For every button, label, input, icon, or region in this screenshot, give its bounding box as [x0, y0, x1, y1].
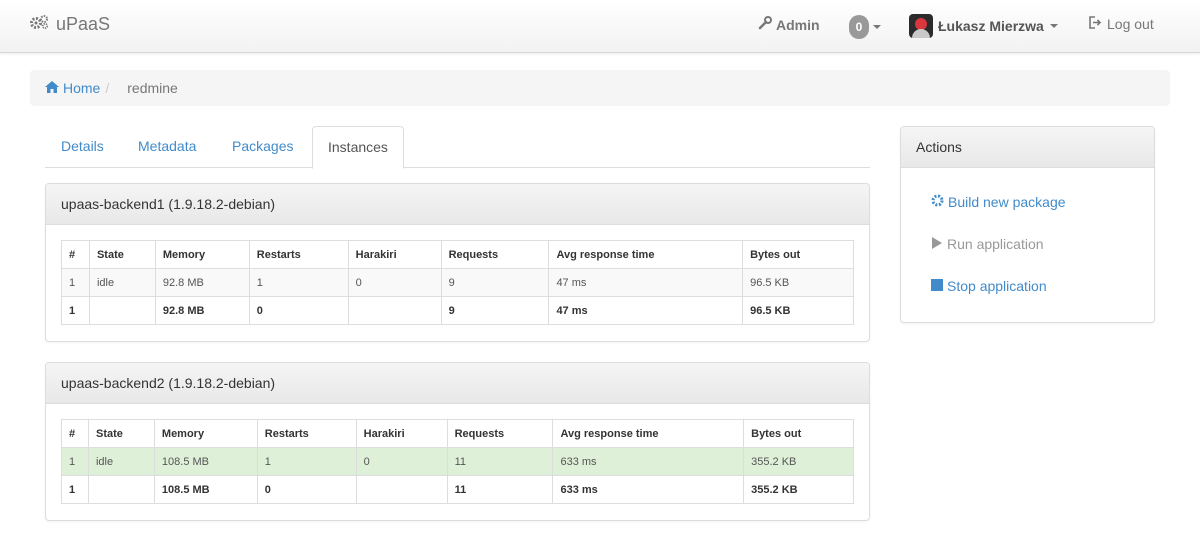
table-cell: 47 ms	[548, 268, 744, 297]
column-header: Memory	[153, 419, 258, 448]
column-header: Memory	[154, 240, 250, 269]
column-header: Harakiri	[355, 419, 448, 448]
table-cell	[355, 475, 448, 504]
stop-application-label: Stop application	[947, 278, 1047, 294]
navbar: uPaaS Admin 0 Łukasz Mierzwa Log out	[0, 0, 1200, 53]
build-package-label: Build new package	[948, 194, 1066, 210]
column-header: Bytes out	[742, 240, 854, 269]
chevron-down-icon	[1049, 24, 1058, 28]
build-package-button[interactable]: Build new package	[931, 194, 1066, 210]
panel-title: upaas-backend2 (1.9.18.2-debian)	[46, 363, 869, 404]
table-cell	[87, 475, 155, 504]
chevron-down-icon	[873, 25, 881, 29]
table-cell: 0	[248, 296, 349, 325]
column-header: Restarts	[256, 419, 357, 448]
user-menu[interactable]: Łukasz Mierzwa	[909, 14, 1058, 38]
actions-panel: Actions Build new package Run applicatio…	[900, 126, 1155, 323]
table-cell: 9	[440, 296, 550, 325]
table-cell: idle	[88, 268, 156, 297]
table-cell: 633 ms	[552, 475, 745, 504]
column-header: Bytes out	[743, 419, 854, 448]
column-header: Avg response time	[552, 419, 745, 448]
column-header: Requests	[440, 240, 550, 269]
table-cell: 1	[61, 475, 89, 504]
table-cell: 92.8 MB	[154, 268, 250, 297]
table-total-row: 1 108.5 MB 0 11 633 ms 355.2 KB	[61, 475, 854, 504]
table-cell: 355.2 KB	[743, 475, 854, 504]
breadcrumb-current: redmine	[127, 80, 178, 96]
tab-instances[interactable]: Instances	[312, 126, 404, 169]
column-header: Restarts	[248, 240, 349, 269]
table-cell: 355.2 KB	[743, 447, 854, 476]
table-cell: 96.5 KB	[742, 268, 854, 297]
notifications-dropdown[interactable]: 0	[849, 15, 881, 39]
column-header: Avg response time	[548, 240, 744, 269]
actions-title: Actions	[901, 127, 1154, 168]
table-cell: 11	[446, 447, 554, 476]
table-cell: 0	[347, 268, 442, 297]
run-application-label: Run application	[947, 236, 1044, 252]
table-cell: 633 ms	[552, 447, 745, 476]
brand-label: uPaaS	[56, 14, 111, 34]
cogs-icon	[30, 14, 56, 35]
table-cell: 96.5 KB	[742, 296, 854, 325]
table-row: 1 idle 92.8 MB 1 0 9 47 ms 96.5 KB	[61, 268, 854, 297]
instances-table: # State Memory Restarts Harakiri Request…	[61, 240, 854, 325]
table-header-row: # State Memory Restarts Harakiri Request…	[61, 419, 854, 448]
table-cell: 1	[248, 268, 349, 297]
table-cell: 1	[61, 268, 90, 297]
table-cell: 1	[61, 447, 89, 476]
table-cell	[88, 296, 156, 325]
column-header: #	[61, 240, 90, 269]
breadcrumb: Home / redmine	[30, 70, 1170, 106]
column-header: #	[61, 419, 89, 448]
wrench-icon	[758, 16, 776, 33]
column-header: Requests	[446, 419, 554, 448]
tab-metadata[interactable]: Metadata	[123, 126, 211, 168]
table-cell: 108.5 MB	[153, 475, 258, 504]
backend-panel: upaas-backend1 (1.9.18.2-debian) # State…	[45, 183, 870, 342]
backend-panel: upaas-backend2 (1.9.18.2-debian) # State…	[45, 362, 870, 521]
notifications-badge: 0	[849, 15, 869, 39]
breadcrumb-home-label: Home	[63, 80, 101, 96]
table-cell: 92.8 MB	[154, 296, 250, 325]
home-icon	[45, 80, 63, 96]
column-header: State	[88, 240, 156, 269]
play-icon	[931, 236, 947, 252]
table-cell	[347, 296, 442, 325]
table-row: 1 idle 108.5 MB 1 0 11 633 ms 355.2 KB	[61, 447, 854, 476]
column-header: State	[87, 419, 155, 448]
gear-icon	[931, 194, 948, 210]
admin-label: Admin	[776, 16, 820, 33]
table-cell: 1	[256, 447, 357, 476]
stop-application-button[interactable]: Stop application	[931, 278, 1047, 294]
panel-title: upaas-backend1 (1.9.18.2-debian)	[46, 184, 869, 225]
tab-packages[interactable]: Packages	[217, 126, 308, 168]
column-header: Harakiri	[347, 240, 442, 269]
table-cell: 9	[440, 268, 550, 297]
logout-label: Log out	[1107, 16, 1154, 32]
run-application-button[interactable]: Run application	[931, 236, 1044, 252]
table-cell: 1	[61, 296, 90, 325]
table-total-row: 1 92.8 MB 0 9 47 ms 96.5 KB	[61, 296, 854, 325]
table-cell: 11	[446, 475, 554, 504]
breadcrumb-home-link[interactable]: Home	[45, 80, 100, 96]
avatar	[909, 14, 933, 38]
table-cell: 0	[355, 447, 448, 476]
tab-details[interactable]: Details	[46, 126, 119, 168]
admin-link[interactable]: Admin	[758, 16, 820, 33]
breadcrumb-separator: /	[105, 80, 110, 96]
table-cell: idle	[87, 447, 155, 476]
logout-link[interactable]: Log out	[1089, 16, 1154, 32]
table-cell: 108.5 MB	[153, 447, 258, 476]
user-name: Łukasz Mierzwa	[938, 18, 1044, 34]
table-header-row: # State Memory Restarts Harakiri Request…	[61, 240, 854, 269]
logout-icon	[1089, 16, 1107, 32]
table-cell: 0	[256, 475, 357, 504]
instances-table: # State Memory Restarts Harakiri Request…	[61, 419, 854, 504]
stop-icon	[931, 278, 947, 294]
table-cell: 47 ms	[548, 296, 744, 325]
brand[interactable]: uPaaS	[30, 14, 110, 35]
tab-bar: Details Metadata Packages Instances	[45, 126, 870, 169]
